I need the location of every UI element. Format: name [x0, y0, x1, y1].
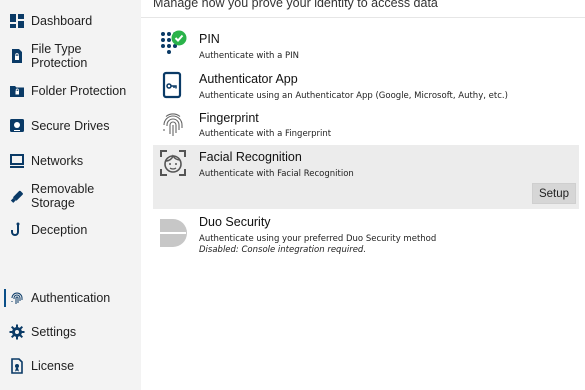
sidebar-item-license[interactable]: License: [0, 351, 141, 381]
auth-method-fingerprint[interactable]: Fingerprint Authenticate with a Fingerpr…: [153, 108, 579, 144]
fingerprint-icon: [159, 112, 187, 140]
method-title: Authenticator App: [199, 72, 298, 86]
hook-icon: [9, 222, 25, 238]
auth-method-facial-recognition[interactable]: Facial Recognition Authenticate with Fac…: [153, 145, 579, 209]
sidebar-item-secure-drives[interactable]: Secure Drives: [0, 111, 141, 141]
sidebar-item-label: File Type Protection: [31, 42, 88, 70]
sidebar-item-folder-protection[interactable]: Folder Protection: [0, 76, 141, 106]
divider: [141, 17, 585, 18]
method-title: Fingerprint: [199, 111, 259, 125]
sidebar-item-label: Secure Drives: [31, 119, 110, 133]
page-subtitle: Manage how you prove your identity to ac…: [153, 0, 438, 10]
sidebar-item-label: Dashboard: [31, 14, 93, 28]
sidebar-item-label: License: [31, 359, 75, 373]
sidebar-item-label: Removable Storage: [31, 182, 95, 210]
setup-button[interactable]: Setup: [532, 183, 576, 204]
method-title: PIN: [199, 32, 220, 46]
secure-drive-icon: [9, 118, 25, 134]
sidebar-item-file-type-protection[interactable]: File Type Protection: [0, 41, 141, 71]
sidebar-item-label: Folder Protection: [31, 84, 127, 98]
network-monitor-icon: [9, 153, 25, 169]
duo-logo-icon: [159, 218, 189, 248]
sidebar-item-dashboard[interactable]: Dashboard: [0, 6, 141, 36]
method-description: Authenticate with Facial Recognition: [199, 169, 354, 179]
sidebar-item-removable-storage[interactable]: Removable Storage: [0, 181, 141, 211]
sidebar-item-label: Authentication: [31, 291, 111, 305]
auth-method-duo-security[interactable]: Duo Security Authenticate using your pre…: [153, 212, 579, 260]
sidebar-item-deception[interactable]: Deception: [0, 215, 141, 245]
sidebar-item-label: Deception: [31, 223, 88, 237]
method-description: Authenticate with a PIN: [199, 51, 300, 61]
sidebar-item-label: Settings: [31, 325, 77, 339]
file-lock-icon: [9, 48, 25, 64]
sidebar-item-networks[interactable]: Networks: [0, 146, 141, 176]
gear-icon: [9, 324, 25, 340]
usb-icon: [9, 188, 25, 204]
method-description: Authenticate using an Authenticator App …: [199, 91, 508, 101]
license-icon: [9, 358, 25, 374]
fingerprint-icon: [9, 290, 25, 306]
auth-method-authenticator-app[interactable]: Authenticator App Authenticate using an …: [153, 68, 579, 106]
sidebar-item-settings[interactable]: Settings: [0, 317, 141, 347]
face-scan-icon: [159, 149, 187, 177]
sidebar-item-authentication[interactable]: Authentication: [0, 283, 141, 313]
authenticator-app-icon: [159, 71, 187, 99]
folder-lock-icon: [9, 83, 25, 99]
method-title: Duo Security: [199, 215, 271, 229]
method-description: Authenticate with a Fingerprint: [199, 129, 332, 139]
sidebar: Dashboard File Type Protection Folder Pr…: [0, 0, 141, 390]
sidebar-item-label: Networks: [31, 154, 84, 168]
main-content: Manage how you prove your identity to ac…: [141, 0, 585, 390]
dashboard-icon: [9, 13, 25, 29]
auth-method-pin[interactable]: PIN Authenticate with a PIN: [153, 27, 579, 65]
method-status-note: Disabled: Console integration required.: [199, 245, 367, 255]
pin-keypad-icon: [159, 30, 187, 58]
method-title: Facial Recognition: [199, 150, 302, 164]
method-description: Authenticate using your preferred Duo Se…: [199, 234, 437, 244]
